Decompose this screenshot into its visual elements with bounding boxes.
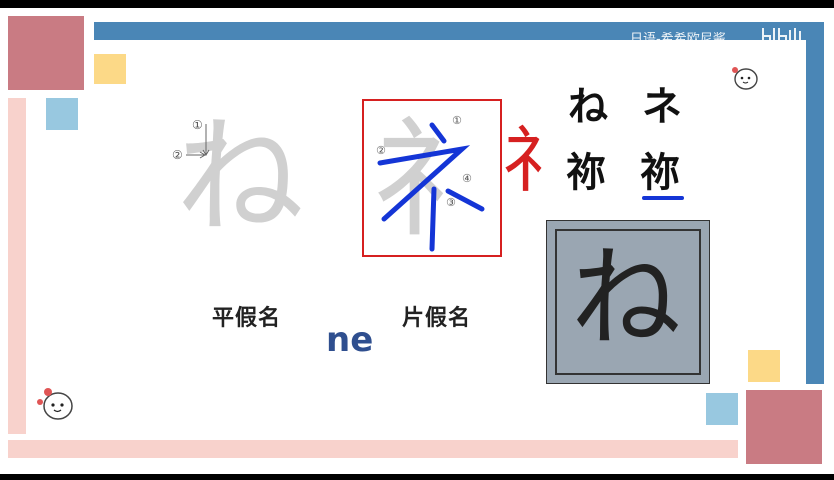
kata-stroke-number-2: ②	[376, 144, 386, 157]
kata-stroke-number-3: ③	[446, 196, 456, 209]
kata-stroke-number-1: ①	[452, 114, 462, 127]
right-frame-bar	[806, 30, 824, 384]
kata-stroke-number-4: ④	[462, 172, 472, 185]
rose-square-bottom-right	[746, 390, 822, 464]
left-frame-bar	[8, 98, 26, 434]
channel-watermark: 日语-希希欧尼酱	[630, 32, 726, 47]
yellow-square-top-left	[94, 54, 126, 84]
rose-square-top-left	[8, 16, 84, 90]
hiragana-label: 平假名	[212, 306, 282, 331]
bilibili-logo-icon	[760, 24, 810, 46]
origin-kanji-right: 祢	[640, 150, 680, 196]
yellow-square-bottom-right	[748, 350, 780, 382]
origin-underline	[642, 196, 684, 200]
lesson-slide: 日语-希希欧尼酱 ね ① ② 礻 ① ② ③ ④ 礻 ね ネ 祢 祢 ね 平假名…	[0, 8, 834, 474]
katakana-stroke-highlight	[377, 122, 485, 252]
mascot-icon	[728, 62, 762, 92]
pair-katakana: ネ	[642, 84, 682, 130]
hiragana-stroke-arrows	[186, 124, 210, 159]
katakana-label: 片假名	[402, 306, 472, 331]
katakana-red-char: 礻	[502, 118, 575, 202]
mascot-icon	[34, 384, 78, 424]
blue-square-top-left	[46, 98, 78, 130]
handwritten-char: ね	[571, 234, 681, 362]
pair-hiragana: ね	[568, 84, 608, 130]
bottom-frame-bar	[8, 440, 738, 458]
handwriting-sample: ね	[546, 220, 710, 384]
blue-square-bottom-right	[706, 393, 738, 425]
origin-kanji-left: 祢	[566, 150, 606, 196]
romaji-label: ne	[326, 320, 374, 360]
